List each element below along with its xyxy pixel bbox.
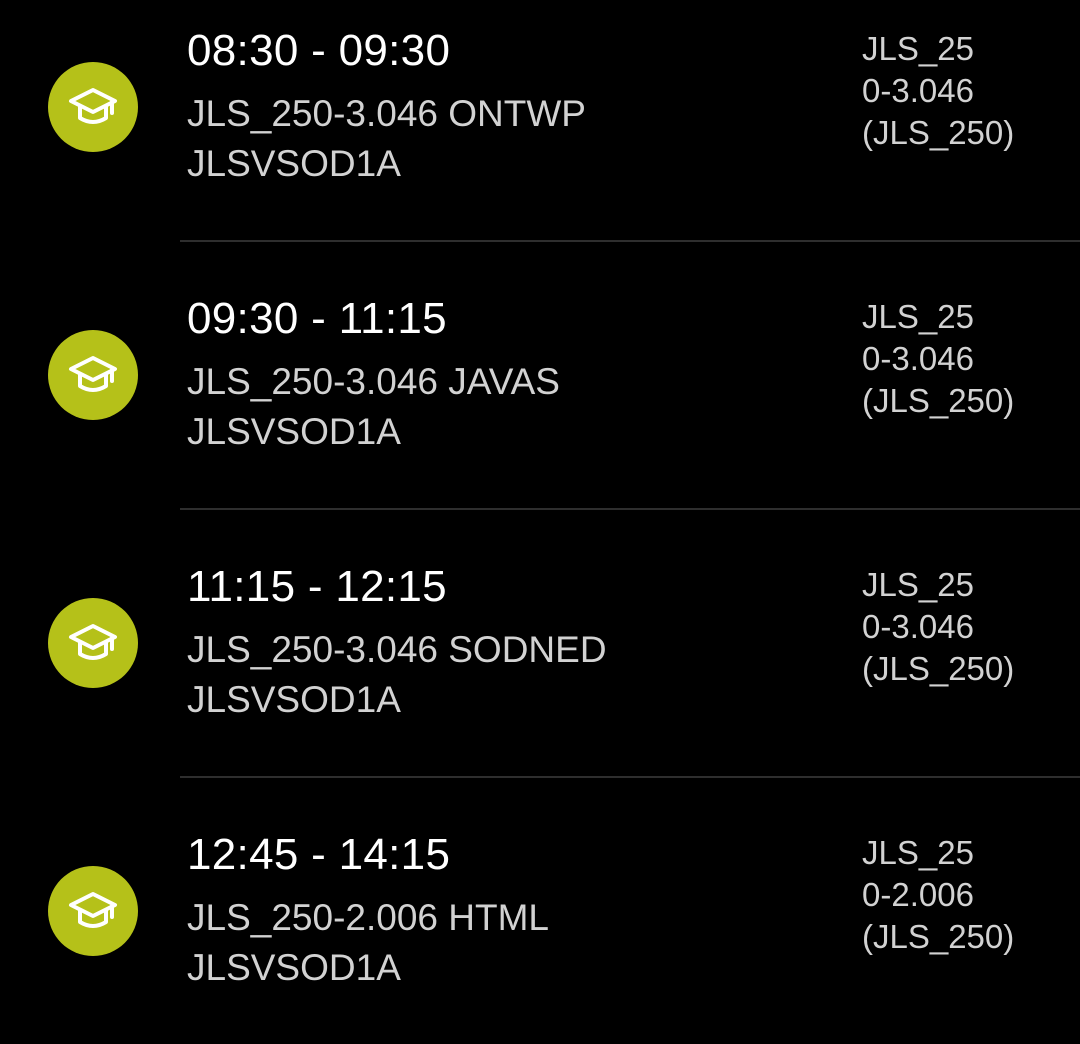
graduation-cap-icon	[48, 62, 138, 152]
room-line: JLS_25	[862, 298, 974, 335]
room-location: JLS_25 0-3.046 (JLS_250)	[862, 296, 1062, 422]
class-group: JLSVSOD1A	[187, 143, 401, 184]
schedule-item[interactable]: 12:45 - 14:15 JLS_250-2.006 HTML JLSVSOD…	[0, 776, 1080, 1044]
room-line: 0-3.046	[862, 608, 974, 645]
divider	[180, 776, 1080, 778]
graduation-cap-icon	[48, 330, 138, 420]
graduation-cap-icon	[48, 598, 138, 688]
room-line: (JLS_250)	[862, 114, 1015, 151]
course-name: JLS_250-3.046 JAVAS	[187, 361, 560, 402]
room-location: JLS_25 0-3.046 (JLS_250)	[862, 28, 1062, 154]
time-range: 09:30 - 11:15	[187, 294, 447, 343]
class-group: JLSVSOD1A	[187, 679, 401, 720]
course-name: JLS_250-2.006 HTML	[187, 897, 549, 938]
room-line: JLS_25	[862, 30, 974, 67]
time-range: 08:30 - 09:30	[187, 26, 451, 75]
divider	[180, 508, 1080, 510]
room-location: JLS_25 0-3.046 (JLS_250)	[862, 564, 1062, 690]
room-line: JLS_25	[862, 566, 974, 603]
room-line: JLS_25	[862, 834, 974, 871]
class-group: JLSVSOD1A	[187, 411, 401, 452]
course-name: JLS_250-3.046 ONTWP	[187, 93, 586, 134]
room-line: 0-3.046	[862, 340, 974, 377]
divider	[180, 240, 1080, 242]
schedule-item[interactable]: 11:15 - 12:15 JLS_250-3.046 SODNED JLSVS…	[0, 508, 1080, 776]
time-range: 11:15 - 12:15	[187, 562, 447, 611]
room-location: JLS_25 0-2.006 (JLS_250)	[862, 832, 1062, 958]
room-line: (JLS_250)	[862, 382, 1015, 419]
course-name: JLS_250-3.046 SODNED	[187, 629, 607, 670]
room-line: 0-3.046	[862, 72, 974, 109]
schedule-item[interactable]: 08:30 - 09:30 JLS_250-3.046 ONTWP JLSVSO…	[0, 0, 1080, 240]
room-line: (JLS_250)	[862, 650, 1015, 687]
room-line: (JLS_250)	[862, 918, 1015, 955]
schedule-list: 08:30 - 09:30 JLS_250-3.046 ONTWP JLSVSO…	[0, 0, 1080, 1039]
class-group: JLSVSOD1A	[187, 947, 401, 988]
room-line: 0-2.006	[862, 876, 974, 913]
time-range: 12:45 - 14:15	[187, 830, 451, 879]
graduation-cap-icon	[48, 866, 138, 956]
schedule-item[interactable]: 09:30 - 11:15 JLS_250-3.046 JAVAS JLSVSO…	[0, 240, 1080, 508]
